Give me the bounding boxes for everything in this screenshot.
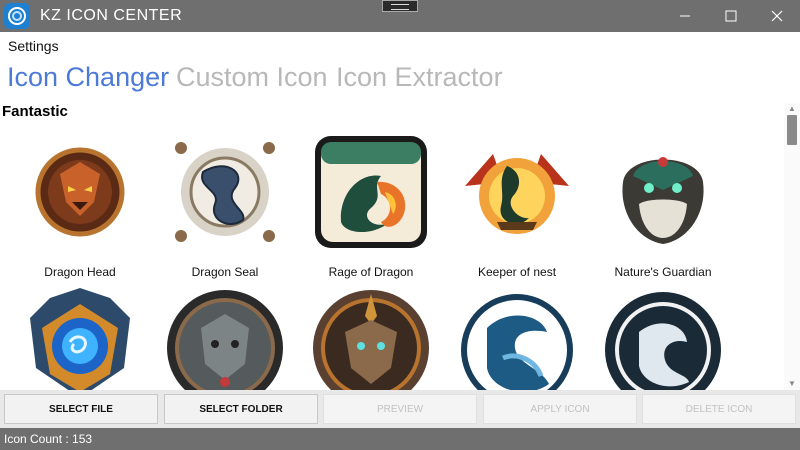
icon-tile[interactable]: Keeper of nest	[447, 132, 587, 282]
minimize-icon[interactable]	[662, 0, 708, 32]
icon-tile[interactable]	[155, 288, 295, 390]
select-folder-button[interactable]: SELECT FOLDER	[164, 394, 318, 424]
icon-tile[interactable]: Rage of Dragon	[301, 132, 441, 282]
tab-custom-icon[interactable]: Custom Icon	[176, 62, 328, 93]
menu-settings[interactable]: Settings	[8, 38, 59, 54]
tab-icon-changer[interactable]: Icon Changer	[7, 62, 169, 93]
app-logo-icon	[4, 3, 30, 29]
category-title: Fantastic	[2, 103, 68, 120]
rage-of-dragon-icon	[311, 132, 431, 252]
keeper-of-nest-icon	[457, 132, 577, 252]
icon-label: Keeper of nest	[477, 265, 557, 279]
icon-label: Nature's Guardian	[614, 265, 712, 279]
icon-count-status: Icon Count : 153	[4, 432, 93, 446]
icon-tile[interactable]: Nature's Guardian	[593, 132, 733, 282]
icon-tile[interactable]	[447, 288, 587, 390]
icon-tile[interactable]	[593, 288, 733, 390]
dragon-seal-icon	[165, 132, 285, 252]
icon-grid: Dragon Head Dragon Seal Rage of Dragon K…	[0, 124, 784, 390]
tab-icon-extractor[interactable]: Icon Extractor	[336, 62, 503, 93]
dragon-head-icon	[20, 132, 140, 252]
menu-bar: Settings	[0, 32, 800, 60]
dark-dragon-circle-icon	[603, 288, 723, 390]
action-toolbar: SELECT FILE SELECT FOLDER PREVIEW APPLY …	[0, 390, 800, 428]
vertical-scrollbar[interactable]: ▲ ▼	[784, 103, 800, 390]
scrollbar-thumb[interactable]	[787, 115, 797, 145]
scroll-down-icon[interactable]: ▼	[784, 378, 800, 390]
status-bar: Icon Count : 153	[0, 428, 800, 450]
close-icon[interactable]	[754, 0, 800, 32]
blue-orb-emblem-icon	[20, 288, 140, 390]
icon-label: Rage of Dragon	[328, 265, 414, 279]
maximize-icon[interactable]	[708, 0, 754, 32]
window-title: KZ ICON CENTER	[40, 7, 183, 24]
scroll-up-icon[interactable]: ▲	[784, 103, 800, 115]
apply-icon-button[interactable]: APPLY ICON	[483, 394, 637, 424]
icon-tile[interactable]	[301, 288, 441, 390]
icon-tile[interactable]	[10, 288, 150, 390]
select-file-button[interactable]: SELECT FILE	[4, 394, 158, 424]
icon-tile[interactable]: Dragon Head	[10, 132, 150, 282]
icon-label: Dragon Head	[44, 265, 116, 279]
icon-tile[interactable]: Dragon Seal	[155, 132, 295, 282]
delete-icon-button[interactable]: DELETE ICON	[642, 394, 796, 424]
drag-handle[interactable]	[382, 0, 418, 12]
natures-guardian-icon	[603, 132, 723, 252]
title-bar: KZ ICON CENTER	[0, 0, 800, 32]
blue-dragon-circle-icon	[457, 288, 577, 390]
bronze-warrior-emblem-icon	[311, 288, 431, 390]
stone-demon-emblem-icon	[165, 288, 285, 390]
icon-label: Dragon Seal	[191, 265, 259, 279]
preview-button[interactable]: PREVIEW	[323, 394, 477, 424]
